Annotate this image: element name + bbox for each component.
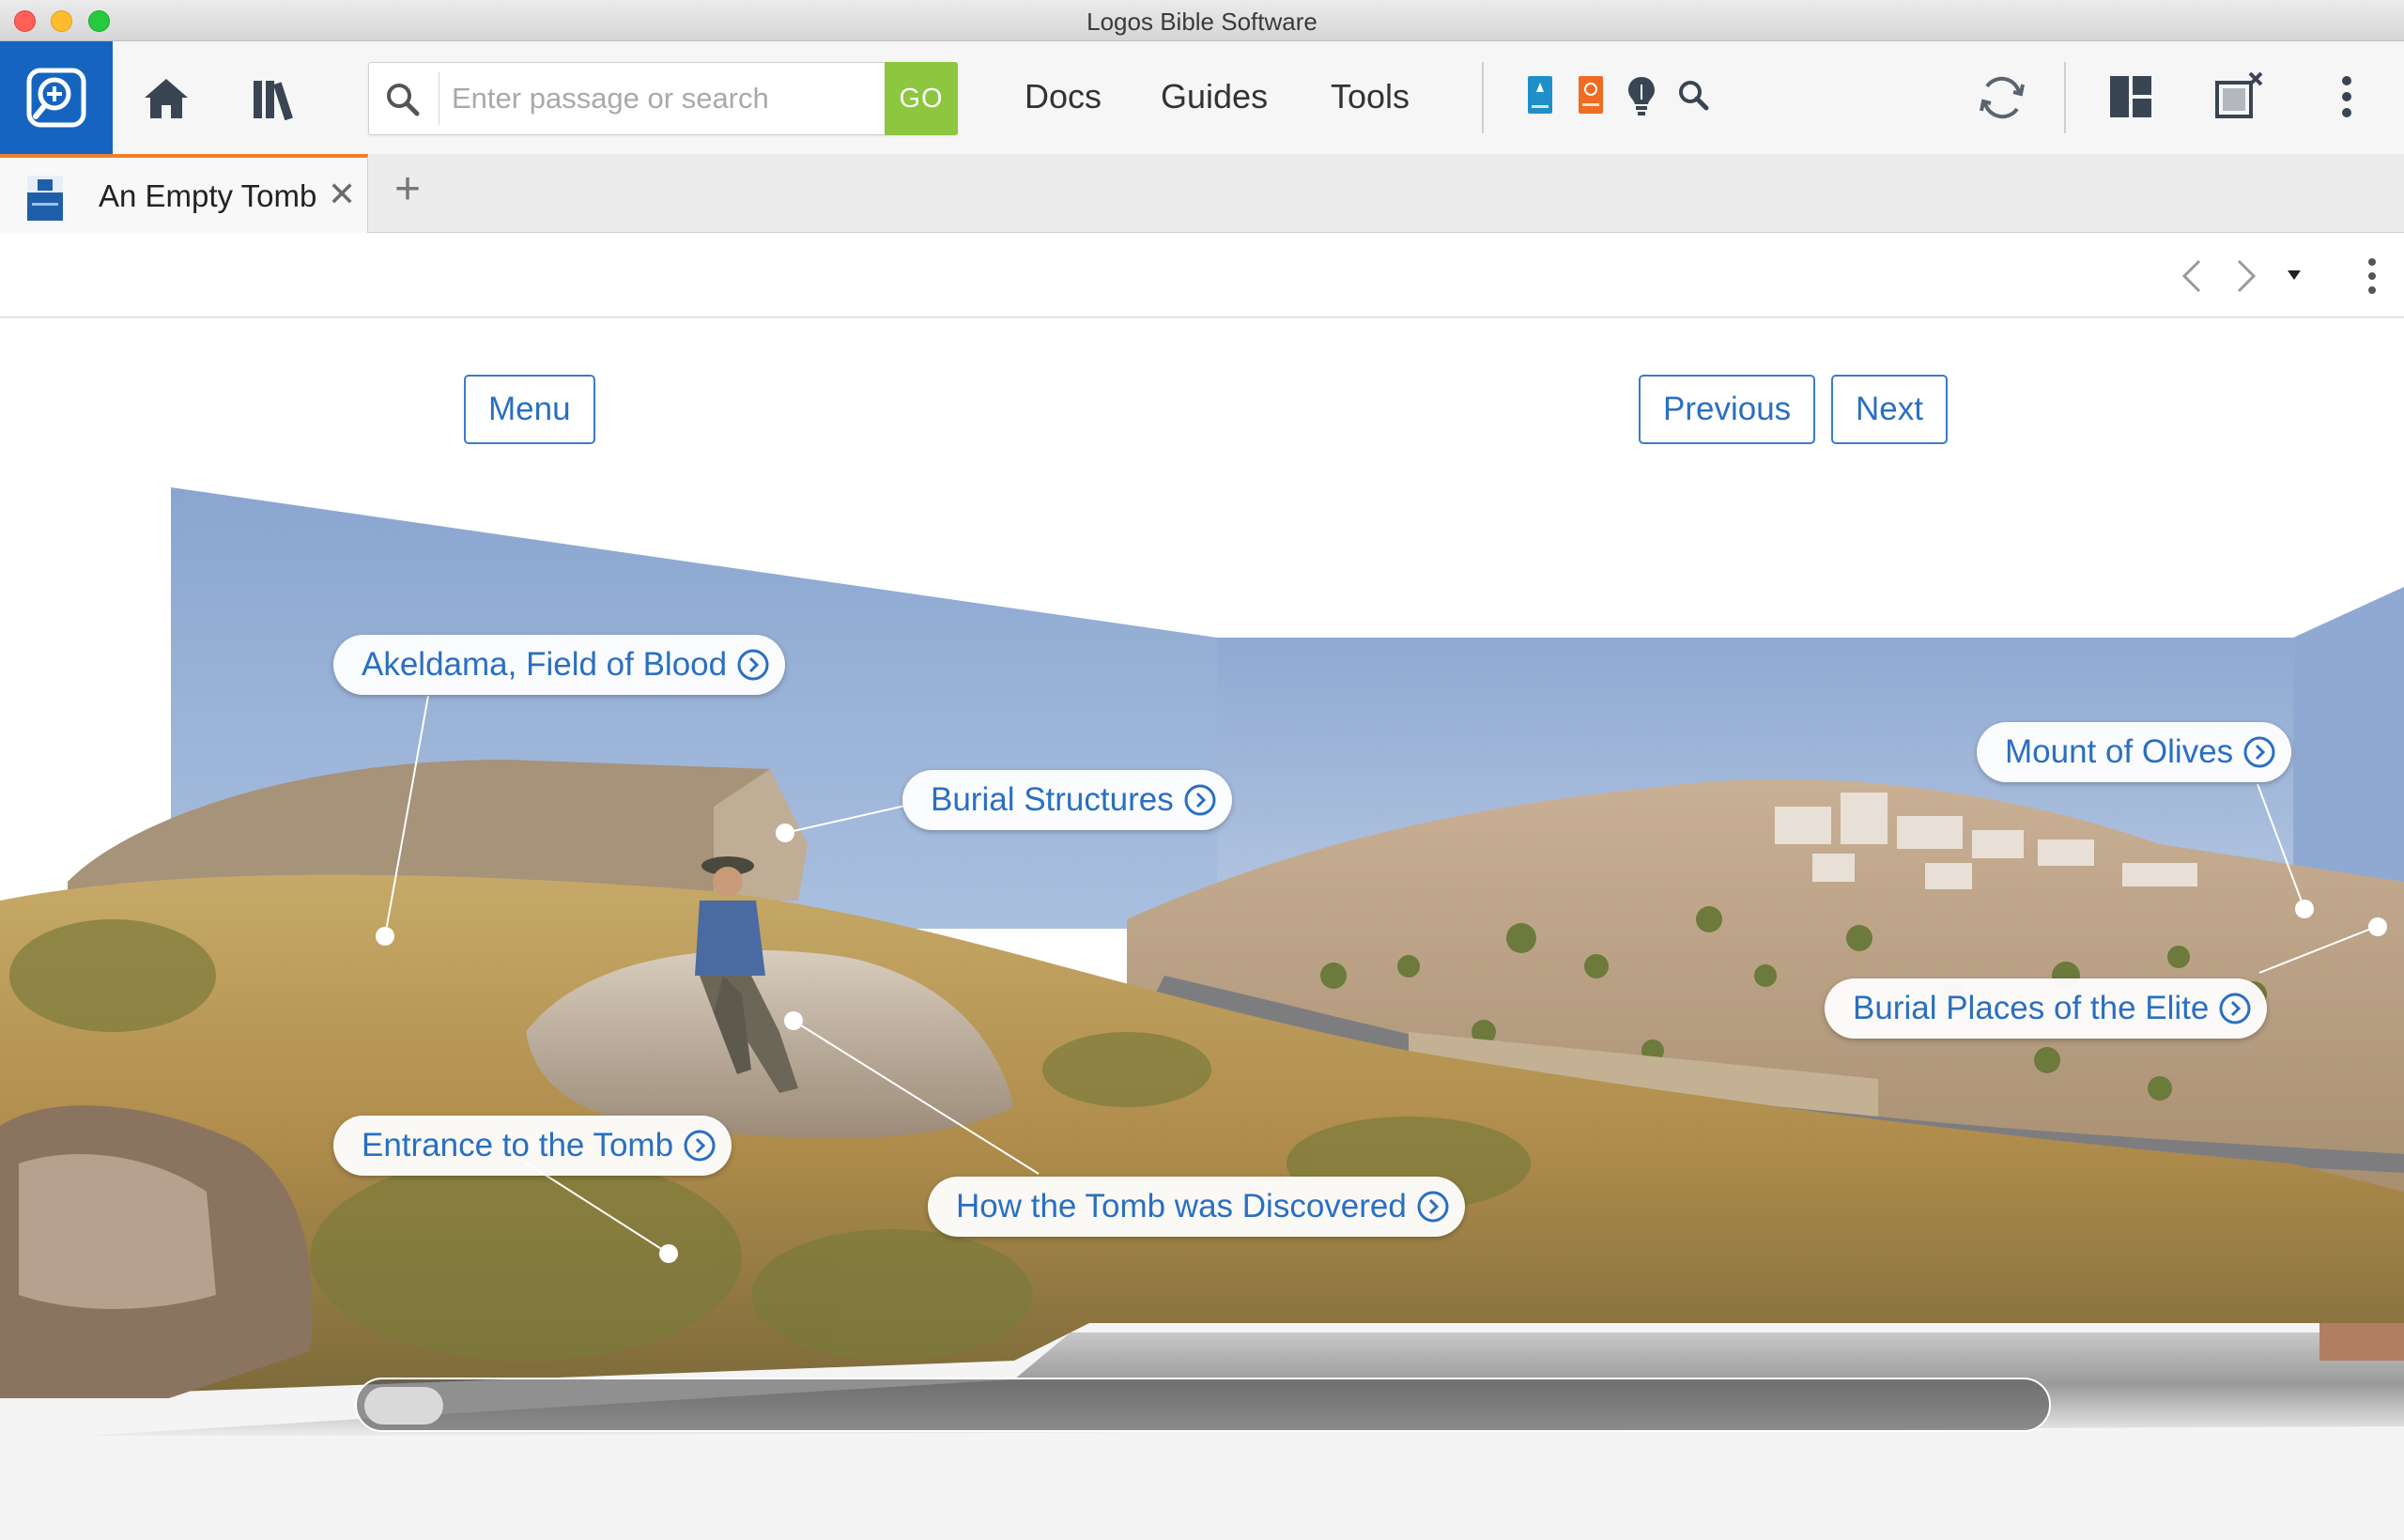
hotspot-entrance-tomb[interactable]: Entrance to the Tomb [333,1116,732,1176]
quick-search-icon[interactable] [1677,79,1709,111]
panel-header [0,233,2404,317]
main-toolbar: GO Docs Guides Tools [0,41,2404,154]
resource-book-icon [27,176,63,221]
hotspot-label: How the Tomb was Discovered [956,1188,1407,1224]
hotspot-label: Akeldama, Field of Blood [362,646,728,683]
logos-logo-icon [26,68,86,128]
chevron-right-circle-icon [1417,1191,1449,1223]
chevron-right-circle-icon [2219,993,2251,1024]
hotspot-tomb-discovered[interactable]: How the Tomb was Discovered [928,1177,1465,1237]
menu-guides[interactable]: Guides [1161,77,1268,116]
bible-resource-icon[interactable] [1527,75,1553,115]
hotspot-mount-of-olives[interactable]: Mount of Olives [1977,722,2292,782]
hotspot-akeldama[interactable]: Akeldama, Field of Blood [333,635,786,695]
layout-icon[interactable] [2109,75,2152,118]
toolbar-divider [1482,62,1484,133]
esv-resource-icon[interactable] [1578,75,1604,115]
hotspot-label: Burial Places of the Elite [1853,990,2210,1026]
menu-docs[interactable]: Docs [1025,77,1102,116]
chevron-right-circle-icon [737,649,769,681]
panel-popout-icon[interactable] [2214,71,2263,120]
forward-arrow-icon[interactable] [2235,257,2259,295]
add-tab-button[interactable]: + [394,163,421,215]
library-icon[interactable] [252,77,302,120]
sync-icon[interactable] [1976,71,2028,124]
media-content: Menu Previous Next Akeldama, Field of Bl… [0,318,2404,1540]
tab-title: An Empty Tomb [99,178,317,213]
lightbulb-icon[interactable] [1626,75,1657,116]
hotspot-burial-structures[interactable]: Burial Structures [902,770,1232,830]
chevron-right-circle-icon [684,1130,716,1162]
hotspot-label: Mount of Olives [2005,733,2234,770]
search-input[interactable] [452,76,865,121]
menu-tools[interactable]: Tools [1331,77,1410,116]
previous-button[interactable]: Previous [1639,375,1816,444]
hotspot-burial-places-elite[interactable]: Burial Places of the Elite [1825,978,2268,1039]
next-button[interactable]: Next [1831,375,1948,444]
tab-strip: An Empty Tomb ✕ + [0,154,2404,234]
logos-logo-button[interactable] [0,41,113,154]
menu-button[interactable]: Menu [464,375,595,444]
chevron-right-circle-icon [1184,784,1216,816]
search-icon [387,84,420,116]
toolbar-divider-2 [2064,62,2066,133]
window-title: Logos Bible Software [1086,8,1318,36]
go-button[interactable]: GO [885,62,958,135]
chevron-right-circle-icon [2243,736,2275,768]
panorama-scroll-thumb[interactable] [364,1387,443,1424]
back-arrow-icon[interactable] [2179,257,2203,295]
title-bar: Logos Bible Software [0,0,2404,41]
tab-an-empty-tomb[interactable]: An Empty Tomb ✕ [0,154,368,234]
panorama-image[interactable] [0,318,2404,1540]
hotspot-label: Burial Structures [931,781,1174,818]
hotspot-label: Entrance to the Tomb [362,1127,674,1163]
history-dropdown-icon[interactable] [2286,269,2303,282]
search-box: GO [368,62,958,135]
panel-menu-icon[interactable] [2366,257,2378,295]
home-icon[interactable] [143,77,190,120]
tab-close-icon[interactable]: ✕ [328,175,356,214]
more-icon[interactable] [2340,75,2353,118]
panorama-scrollbar[interactable] [355,1378,2051,1432]
